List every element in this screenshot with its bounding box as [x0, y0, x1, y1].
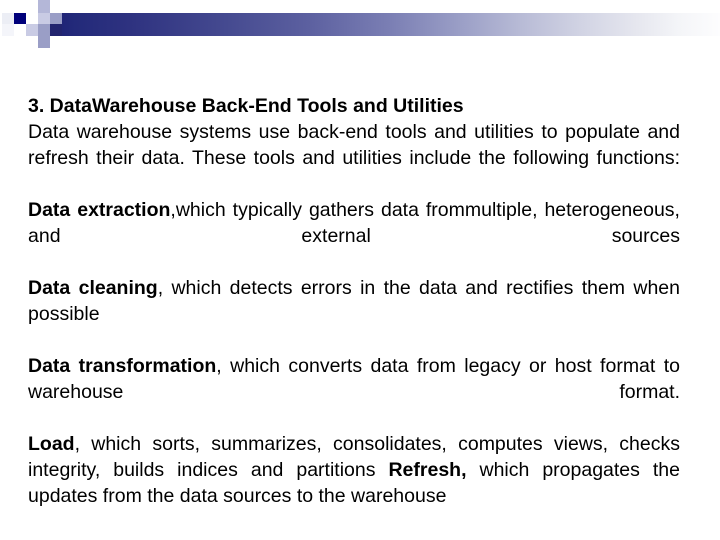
accent-square — [26, 0, 38, 13]
accent-square — [50, 24, 62, 36]
item-term-refresh: Refresh, — [388, 459, 467, 481]
accent-square — [26, 36, 38, 48]
accent-square — [50, 13, 62, 24]
intro-paragraph: Data warehouse systems use back-end tool… — [28, 121, 680, 169]
accent-square — [50, 36, 62, 48]
item-data-extraction: Data extraction,which typically gathers … — [28, 197, 680, 275]
item-term-data-cleaning: Data cleaning — [28, 277, 158, 299]
item-term-data-transformation: Data transformation — [28, 355, 217, 377]
item-term-data-extraction: Data extraction — [28, 199, 171, 221]
item-data-transformation: Data transformation, which converts data… — [28, 353, 680, 431]
accent-square — [2, 24, 14, 36]
accent-square — [38, 24, 50, 36]
slide-body: 3. DataWarehouse Back-End Tools and Util… — [28, 93, 680, 509]
slide-heading: 3. DataWarehouse Back-End Tools and Util… — [28, 95, 464, 117]
item-term-load: Load — [28, 433, 75, 455]
accent-square — [14, 13, 26, 24]
gradient-bar-icon — [34, 13, 720, 36]
accent-square — [26, 13, 38, 24]
accent-square — [38, 0, 50, 13]
accent-square — [26, 24, 38, 36]
accent-square — [2, 13, 14, 24]
item-data-cleaning: Data cleaning, which detects errors in t… — [28, 275, 680, 353]
accent-square — [38, 36, 50, 48]
slide: 3. DataWarehouse Back-End Tools and Util… — [0, 0, 720, 540]
accent-square — [38, 13, 50, 24]
item-load-refresh: Load, which sorts, summarizes, consolida… — [28, 431, 680, 509]
accent-square — [50, 0, 62, 13]
accent-square — [14, 24, 26, 36]
slide-header-decoration — [0, 0, 720, 52]
